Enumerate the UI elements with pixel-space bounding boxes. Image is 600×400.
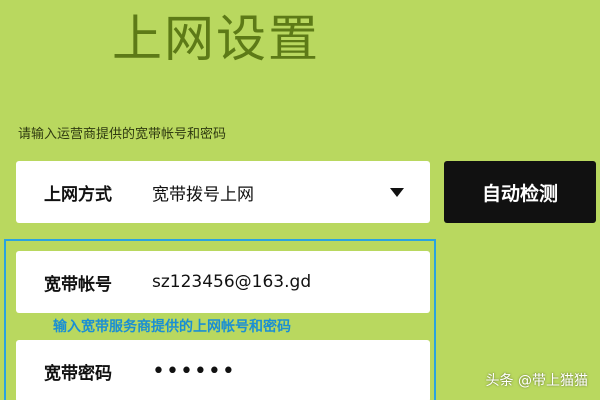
instruction-text: 请输入运营商提供的宽带帐号和密码 bbox=[18, 127, 227, 142]
account-field[interactable]: 宽带帐号 sz123456@163.gd bbox=[16, 251, 430, 313]
account-input[interactable]: sz123456@163.gd bbox=[152, 272, 311, 292]
connection-mode-label: 上网方式 bbox=[44, 184, 112, 205]
connection-mode-value: 宽带拨号上网 bbox=[152, 184, 254, 205]
chevron-down-icon[interactable] bbox=[390, 188, 404, 197]
router-settings-page: 上网设置 请输入运营商提供的宽带帐号和密码 上网方式 宽带拨号上网 自动检测 宽… bbox=[0, 0, 600, 400]
page-title: 上网设置 bbox=[112, 10, 320, 68]
password-input[interactable]: •••••• bbox=[152, 359, 236, 384]
connection-mode-select[interactable]: 上网方式 宽带拨号上网 bbox=[16, 161, 430, 223]
watermark: 头条 @带上猫猫 bbox=[485, 373, 588, 389]
annotation-text: 输入宽带服务商提供的上网帐号和密码 bbox=[53, 319, 291, 335]
account-label: 宽带帐号 bbox=[44, 274, 112, 295]
password-field[interactable]: 宽带密码 •••••• bbox=[16, 340, 430, 400]
password-label: 宽带密码 bbox=[44, 363, 112, 384]
auto-detect-button[interactable]: 自动检测 bbox=[444, 161, 596, 223]
